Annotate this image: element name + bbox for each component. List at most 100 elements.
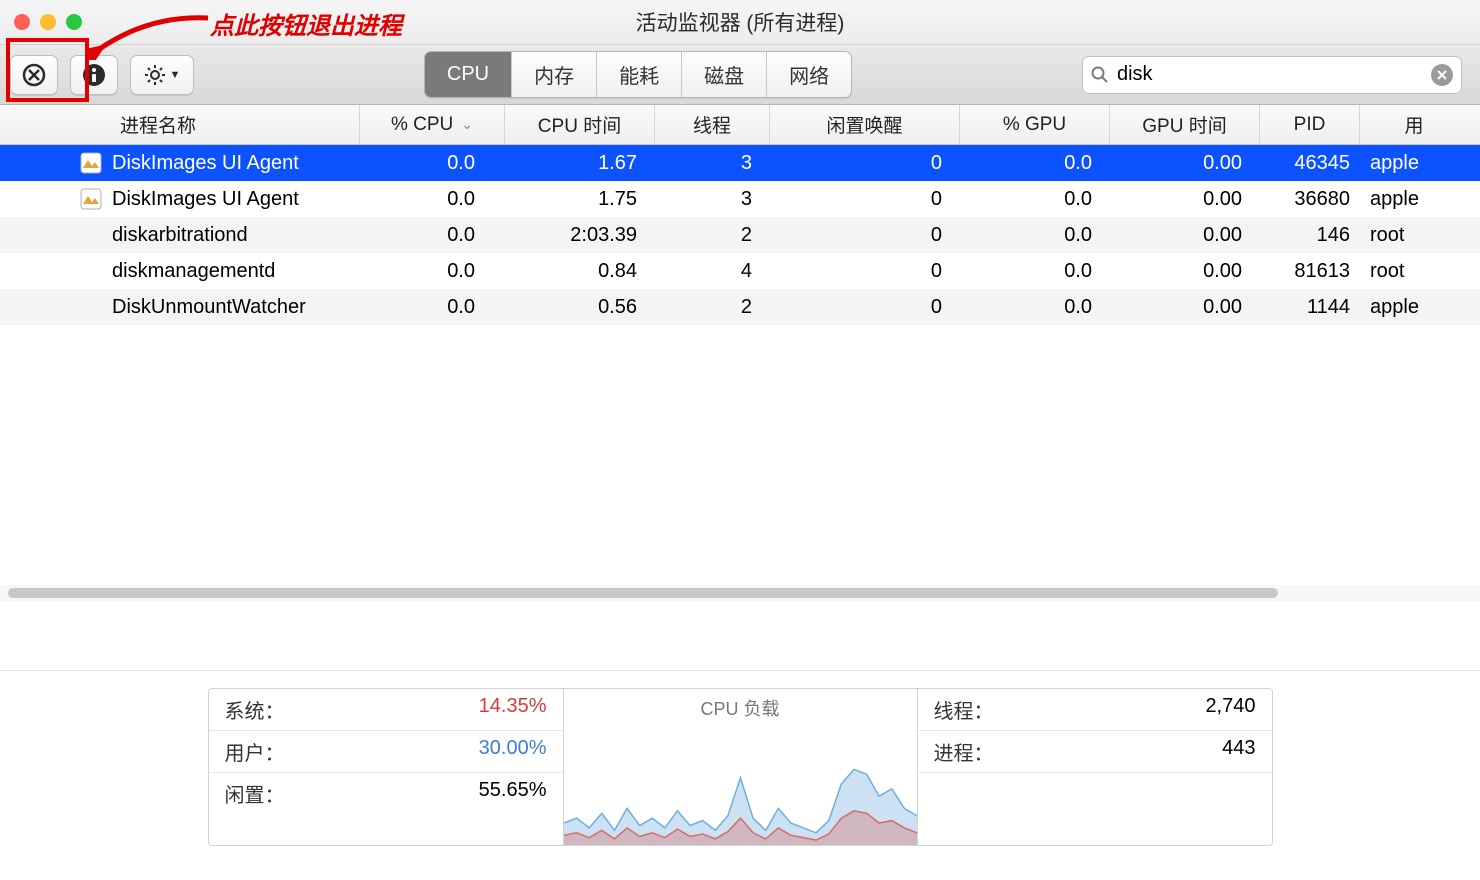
footer: 系统： 14.35% 用户： 30.00% 闲置： 55.65% CPU 负载 …: [0, 670, 1480, 880]
window-controls: [14, 14, 82, 30]
scrollbar-thumb[interactable]: [8, 588, 1278, 598]
table-row[interactable]: DiskImages UI Agent0.01.75300.00.0036680…: [0, 181, 1480, 217]
column-header-user[interactable]: 用: [1360, 105, 1480, 144]
cell-gtime: 0.00: [1110, 260, 1260, 283]
cell-wakeups: 0: [770, 296, 960, 319]
process-name: DiskImages UI Agent: [112, 188, 299, 211]
horizontal-scrollbar[interactable]: [0, 585, 1480, 601]
cell-pid: 146: [1260, 224, 1360, 247]
process-name: DiskImages UI Agent: [112, 152, 299, 175]
titlebar: 点此按钮退出进程 活动监视器 (所有进程): [0, 0, 1480, 45]
table-row[interactable]: diskmanagementd0.00.84400.00.0081613root: [0, 253, 1480, 289]
cell-gpu: 0.0: [960, 296, 1110, 319]
clear-icon: [1436, 69, 1448, 81]
table-row[interactable]: diskarbitrationd0.02:03.39200.00.00146ro…: [0, 217, 1480, 253]
column-header-name[interactable]: 进程名称: [0, 105, 360, 144]
column-header-wakeups[interactable]: 闲置唤醒: [770, 105, 960, 144]
cell-cpu: 0.0: [360, 296, 505, 319]
table-row[interactable]: DiskUnmountWatcher0.00.56200.00.001144ap…: [0, 289, 1480, 325]
column-header-cputime[interactable]: CPU 时间: [505, 105, 655, 144]
cell-wakeups: 0: [770, 152, 960, 175]
chart-svg: [564, 723, 917, 845]
window-title: 活动监视器 (所有进程): [636, 7, 845, 37]
column-header-cpu[interactable]: % CPU ⌄: [360, 105, 505, 144]
cell-gpu: 0.0: [960, 188, 1110, 211]
count-threads-label: 线程：: [934, 695, 994, 724]
stat-user-value: 30.00%: [479, 737, 547, 766]
cell-wakeups: 0: [770, 260, 960, 283]
tab-cpu[interactable]: CPU: [425, 52, 512, 97]
cell-cpu: 0.0: [360, 260, 505, 283]
cell-gtime: 0.00: [1110, 296, 1260, 319]
cell-cpu: 0.0: [360, 152, 505, 175]
close-window-button[interactable]: [14, 14, 30, 30]
cell-gpu: 0.0: [960, 224, 1110, 247]
column-header-pid[interactable]: PID: [1260, 105, 1360, 144]
stat-user-label: 用户：: [225, 737, 285, 766]
count-threads-value: 2,740: [1205, 695, 1255, 724]
clear-search-button[interactable]: [1431, 64, 1453, 86]
cell-pid: 46345: [1260, 152, 1360, 175]
stat-system-label: 系统：: [225, 695, 285, 724]
minimize-window-button[interactable]: [40, 14, 56, 30]
actions-menu-button[interactable]: ▼: [130, 55, 194, 95]
info-icon: [82, 63, 106, 87]
column-header-gputime[interactable]: GPU 时间: [1110, 105, 1260, 144]
annotation-text: 点此按钮退出进程: [210, 6, 402, 41]
quit-process-button[interactable]: [10, 55, 58, 95]
app-icon: [80, 152, 102, 174]
stat-idle: 闲置： 55.65%: [209, 773, 563, 814]
sort-desc-icon: ⌄: [461, 116, 473, 133]
zoom-window-button[interactable]: [66, 14, 82, 30]
cell-gtime: 0.00: [1110, 152, 1260, 175]
stat-user: 用户： 30.00%: [209, 731, 563, 773]
cell-cpu: 0.0: [360, 224, 505, 247]
tab-memory[interactable]: 内存: [512, 52, 597, 97]
tab-segment: CPU 内存 能耗 磁盘 网络: [424, 51, 852, 98]
count-threads: 线程： 2,740: [918, 689, 1272, 731]
cell-user: apple: [1360, 188, 1480, 211]
column-header-threads[interactable]: 线程: [655, 105, 770, 144]
gear-icon: [144, 64, 166, 86]
cell-wakeups: 0: [770, 224, 960, 247]
tab-network[interactable]: 网络: [767, 52, 851, 97]
cpu-counts-panel: 线程： 2,740 进程： 443: [918, 688, 1273, 846]
cpu-stats-panel: 系统： 14.35% 用户： 30.00% 闲置： 55.65%: [208, 688, 563, 846]
process-name: diskarbitrationd: [112, 224, 248, 247]
table-header: 进程名称 % CPU ⌄ CPU 时间 线程 闲置唤醒 % GPU GPU 时间…: [0, 105, 1480, 145]
search-input[interactable]: [1117, 63, 1423, 86]
cell-time: 1.67: [505, 152, 655, 175]
tab-energy[interactable]: 能耗: [597, 52, 682, 97]
stat-idle-label: 闲置：: [225, 779, 285, 808]
cell-gtime: 0.00: [1110, 224, 1260, 247]
stat-system: 系统： 14.35%: [209, 689, 563, 731]
process-name: diskmanagementd: [112, 260, 275, 283]
cell-pid: 1144: [1260, 296, 1360, 319]
cell-user: root: [1360, 260, 1480, 283]
toolbar: ▼ CPU 内存 能耗 磁盘 网络: [0, 45, 1480, 105]
table-blank-area: [0, 325, 1480, 585]
app-icon: [80, 188, 102, 210]
cell-cpu: 0.0: [360, 188, 505, 211]
cell-threads: 4: [655, 260, 770, 283]
info-button[interactable]: [70, 55, 118, 95]
cell-time: 1.75: [505, 188, 655, 211]
cell-user: apple: [1360, 296, 1480, 319]
column-header-gpu[interactable]: % GPU: [960, 105, 1110, 144]
search-field[interactable]: [1082, 56, 1462, 94]
process-name: DiskUnmountWatcher: [112, 296, 306, 319]
tab-disk[interactable]: 磁盘: [682, 52, 767, 97]
stat-idle-value: 55.65%: [479, 779, 547, 808]
cpu-load-chart: CPU 负载: [563, 688, 918, 846]
table-row[interactable]: DiskImages UI Agent0.01.67300.00.0046345…: [0, 145, 1480, 181]
cell-threads: 3: [655, 188, 770, 211]
search-icon: [1091, 66, 1109, 84]
cell-time: 2:03.39: [505, 224, 655, 247]
cell-pid: 36680: [1260, 188, 1360, 211]
cell-time: 0.56: [505, 296, 655, 319]
count-procs-label: 进程：: [934, 737, 994, 766]
process-table: DiskImages UI Agent0.01.67300.00.0046345…: [0, 145, 1480, 325]
cell-time: 0.84: [505, 260, 655, 283]
chart-title: CPU 负载: [564, 689, 917, 723]
cell-threads: 2: [655, 224, 770, 247]
